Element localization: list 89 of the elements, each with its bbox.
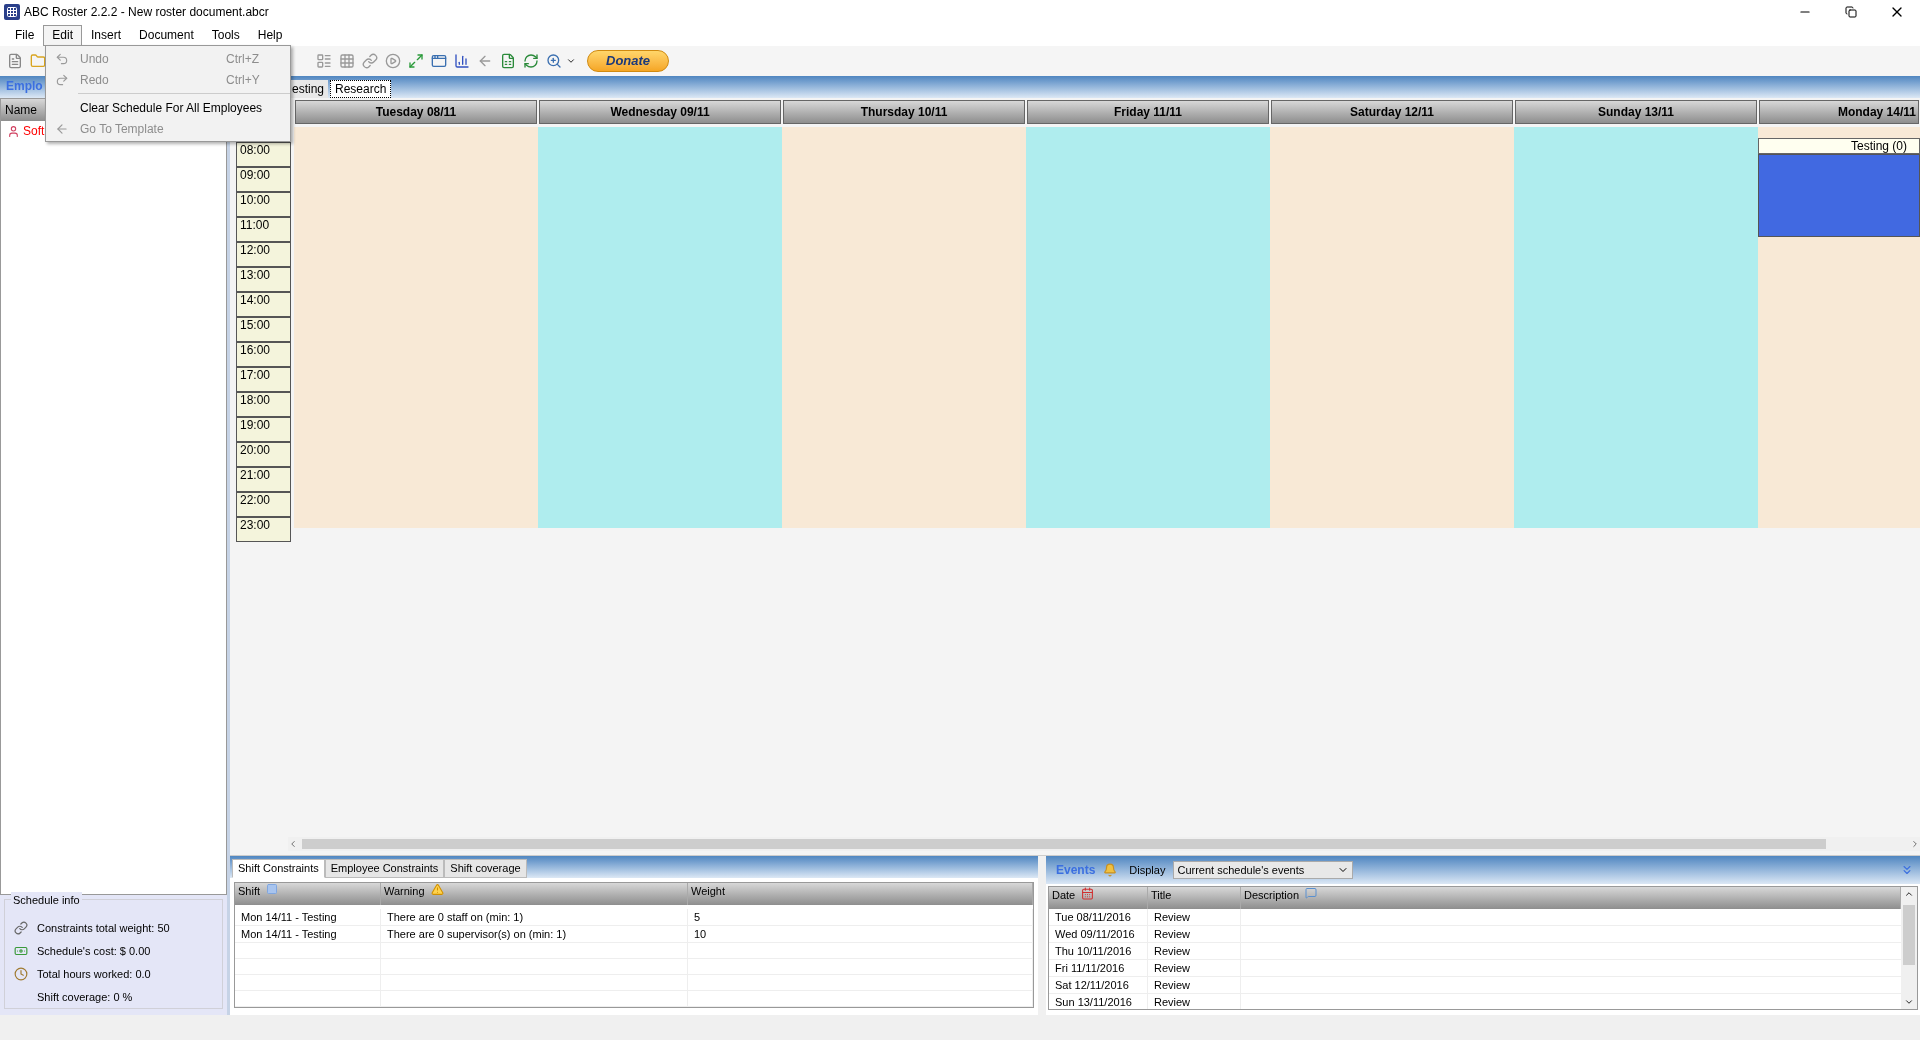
donate-button[interactable]: Donate xyxy=(587,50,670,72)
chain-icon xyxy=(14,921,28,935)
menu-item[interactable]: Document xyxy=(130,24,203,46)
info-text: Shift coverage: 0 % xyxy=(37,989,133,1005)
time-slot: 16:00 xyxy=(236,342,291,367)
calendar-icon xyxy=(1081,887,1095,900)
panel-title: Events xyxy=(1056,862,1096,879)
warning-icon xyxy=(430,883,444,896)
time-slot: 17:00 xyxy=(236,367,291,392)
time-slot: 22:00 xyxy=(236,492,291,517)
day-header: Friday 11/11 xyxy=(1027,100,1269,124)
undo-icon xyxy=(55,51,69,66)
table-cell-text: There are 0 supervisor(s) on (min: 1) xyxy=(387,926,567,942)
window-title: ABC Roster 2.2.2 - New roster document.abcr xyxy=(24,4,269,21)
display-label: Display xyxy=(1129,862,1166,878)
time-slot: 20:00 xyxy=(236,442,291,467)
table-cell-text: Mon 14/11 - Testing xyxy=(241,909,337,925)
person-icon xyxy=(7,124,20,138)
day-header: Thursday 10/11 xyxy=(783,100,1025,124)
time-slot: 10:00 xyxy=(236,192,291,217)
employee-name[interactable]: Soft xyxy=(23,122,45,140)
time-slot: 15:00 xyxy=(236,317,291,342)
day-header: Monday 14/11 xyxy=(1759,100,1919,124)
table-cell-text: Review xyxy=(1154,960,1191,976)
vertical-scrollbar[interactable] xyxy=(1901,887,1917,1009)
column-header[interactable]: Title xyxy=(1148,887,1241,909)
time-slot: 08:00 xyxy=(236,142,291,167)
table-cell-text: Review xyxy=(1154,909,1191,925)
time-slot: 09:00 xyxy=(236,167,291,192)
day-header: Sunday 13/11 xyxy=(1515,100,1757,124)
time-slot: 18:00 xyxy=(236,392,291,417)
table-cell-text: Review xyxy=(1154,926,1191,942)
table-cell-text: Sat 12/11/2016 xyxy=(1055,977,1129,993)
info-text: Total hours worked: 0.0 xyxy=(37,966,151,982)
app-icon xyxy=(4,4,20,20)
time-slot: 21:00 xyxy=(236,467,291,492)
constraint-tab[interactable]: Shift Constraints xyxy=(232,859,325,878)
table-cell-text: Fri 11/11/2016 xyxy=(1055,960,1125,976)
table-cell-text: Review xyxy=(1154,943,1191,959)
shift-label: Testing (0) xyxy=(1758,138,1920,154)
table-cell-text: Review xyxy=(1154,977,1191,993)
menu-entry[interactable]: Clear Schedule For All Employees xyxy=(46,97,290,118)
menu-item[interactable]: Help xyxy=(248,24,292,46)
table-cell-text: 5 xyxy=(694,909,701,925)
speech-bubble-icon xyxy=(1305,887,1318,899)
menu-item[interactable]: Tools xyxy=(202,24,249,46)
menu-item[interactable]: Insert xyxy=(82,24,131,46)
column-header[interactable]: Date xyxy=(1049,887,1148,909)
table-cell-text: Review xyxy=(1154,994,1191,1009)
collapse-icon[interactable] xyxy=(1900,863,1914,877)
clock-icon xyxy=(14,967,28,981)
constraint-tab[interactable]: Shift coverage xyxy=(444,859,527,878)
day-header: Saturday 12/11 xyxy=(1271,100,1513,124)
table-cell-text: Mon 14/11 - Testing xyxy=(241,926,337,942)
menu-item[interactable]: File xyxy=(6,24,44,46)
time-slot: 23:00 xyxy=(236,517,291,542)
day-header: Tuesday 08/11 xyxy=(295,100,537,124)
menu-item[interactable]: Edit xyxy=(43,24,83,46)
scroll-up-icon[interactable] xyxy=(1904,889,1914,899)
table-cell-text: 10 xyxy=(694,926,707,942)
caret-icon[interactable] xyxy=(566,56,576,66)
column-header[interactable]: Weight xyxy=(688,883,1033,905)
table-cell-text: Tue 08/11/2016 xyxy=(1055,909,1131,925)
table-cell-text: There are 0 staff on (min: 1) xyxy=(387,909,524,925)
column-header[interactable]: Shift xyxy=(235,883,381,905)
column-header[interactable]: Warning xyxy=(381,883,688,905)
table-cell-text: Thu 10/11/2016 xyxy=(1055,943,1132,959)
banknote-icon xyxy=(14,944,28,958)
horizontal-scrollbar[interactable] xyxy=(288,837,1920,851)
scroll-left-icon[interactable] xyxy=(288,839,298,849)
time-slot: 12:00 xyxy=(236,242,291,267)
square-icon xyxy=(266,883,278,895)
time-slot: 13:00 xyxy=(236,267,291,292)
scroll-down-icon[interactable] xyxy=(1904,997,1914,1007)
time-slot: 14:00 xyxy=(236,292,291,317)
time-slot: 19:00 xyxy=(236,417,291,442)
time-slot: 11:00 xyxy=(236,217,291,242)
constraint-tab[interactable]: Employee Constraints xyxy=(324,859,445,878)
table-cell-text: Wed 09/11/2016 xyxy=(1055,926,1135,942)
display-dropdown[interactable]: Current schedule's events xyxy=(1173,861,1354,879)
schedule-tab[interactable]: esting xyxy=(288,80,329,98)
day-header: Wednesday 09/11 xyxy=(539,100,781,124)
table-cell-text: Sun 13/11/2016 xyxy=(1055,994,1132,1009)
info-text: Constraints total weight: 50 xyxy=(37,920,170,936)
redo-icon xyxy=(55,72,69,87)
scroll-right-icon[interactable] xyxy=(1910,839,1920,849)
schedule-tab[interactable]: Research xyxy=(330,80,392,98)
info-text: Schedule's cost: $ 0.00 xyxy=(37,943,151,959)
bell-icon xyxy=(1103,863,1118,877)
